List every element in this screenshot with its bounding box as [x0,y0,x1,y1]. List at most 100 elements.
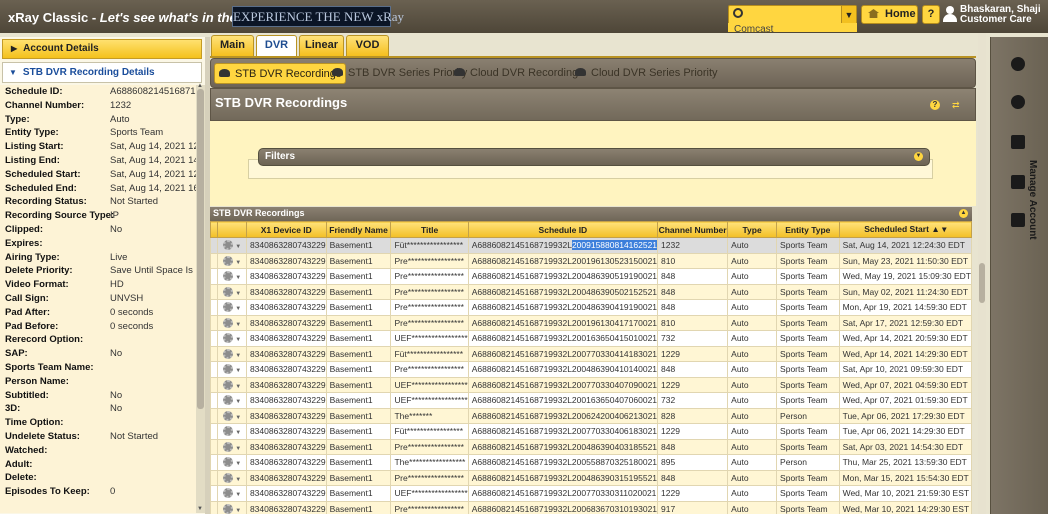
col-header-channel-number[interactable]: Channel Number [657,221,729,238]
chevron-down-icon[interactable]: ▼ [235,430,241,436]
chevron-down-icon[interactable]: ▼ [235,415,241,421]
table-row[interactable]: ▼ 8340863280743229 Basement1 Pre***********… [210,438,972,455]
row-actions[interactable]: ▼ [217,392,247,409]
chevron-down-icon[interactable]: ▼ [235,337,241,343]
chevron-down-icon[interactable]: ▼ [235,477,241,483]
row-actions[interactable]: ▼ [217,314,247,331]
gear-icon[interactable] [223,364,234,375]
gear-icon[interactable] [223,410,234,421]
tab-vod[interactable]: VOD [346,35,389,56]
table-row[interactable]: ▼ 8340863280743229 Basement1 Füt***********… [210,345,972,362]
table-row[interactable]: ▼ 8340863280743229 Basement1 UEF***********… [210,330,972,347]
chevron-down-icon[interactable]: ▼ [235,322,241,328]
row-actions[interactable]: ▼ [217,330,247,347]
gear-icon[interactable] [223,255,234,266]
home-button[interactable]: Home [861,5,918,24]
row-actions[interactable]: ▼ [217,237,247,254]
table-row[interactable]: ▼ 8340863280743229 Basement1 UEF***********… [210,392,972,409]
chevron-down-icon[interactable]: ▼ [235,492,241,498]
gear-icon[interactable] [223,503,234,514]
row-actions[interactable]: ▼ [217,299,247,316]
account-circle-icon[interactable] [1011,57,1025,71]
pin-icon[interactable]: ⇄ [952,100,962,110]
tab-linear[interactable]: Linear [299,35,344,56]
table-row[interactable]: ▼ 8340863280743229 Basement1 Pre***********… [210,268,972,285]
gear-icon[interactable] [223,317,234,328]
table-row[interactable]: ▼ 8340863280743229 Basement1 Pre***********… [210,314,972,331]
table-row[interactable]: ▼ 8340863280743229 Basement1 Pre***********… [210,469,972,486]
table-row[interactable]: ▼ 8340863280743229 Basement1 Pre***********… [210,283,972,300]
main-scrollbar[interactable] [978,33,986,514]
row-actions[interactable]: ▼ [217,361,247,378]
chevron-down-icon[interactable]: ▼ [235,368,241,374]
gear-icon[interactable] [223,333,234,344]
subtab-cloud-dvr-recordings[interactable]: Cloud DVR Recordings [454,63,584,84]
row-actions[interactable]: ▼ [217,438,247,455]
left-scrollbar[interactable]: ▲ ▼ [196,83,205,513]
chevron-down-icon[interactable]: ▼ [235,306,241,312]
chevron-down-icon[interactable]: ▼ [235,353,241,359]
table-row[interactable]: ▼ 8340863280743229 Basement1 The***********… [210,454,972,471]
chevron-down-icon[interactable]: ▼ [235,446,241,452]
chevron-down-icon[interactable]: ▼ [235,399,241,405]
chevron-down-icon[interactable]: ▼ [235,461,241,467]
chevron-down-icon[interactable]: ▼ [235,508,241,514]
gear-icon[interactable] [223,395,234,406]
account-details-header[interactable]: ▶ Account Details [2,39,202,59]
collapse-grid-icon[interactable]: ▲ [959,209,968,218]
row-actions[interactable]: ▼ [217,500,247,514]
col-header-scheduled-start[interactable]: Scheduled Start ▲ ▾ [838,221,972,238]
row-actions[interactable]: ▼ [217,469,247,486]
row-actions[interactable]: ▼ [217,454,247,471]
gear-icon[interactable] [223,271,234,282]
gear-icon[interactable] [223,379,234,390]
gear-icon[interactable] [223,457,234,468]
chevron-down-icon[interactable]: ▼ [235,260,241,266]
chevron-down-icon[interactable]: ▼ [235,291,241,297]
subtab-stb-dvr-series-priority[interactable]: STB DVR Series Priority [332,63,467,84]
chevron-down-icon[interactable]: ▼ [235,384,241,390]
tab-main[interactable]: Main [211,35,254,56]
table-row[interactable]: ▼ 8340863280743229 Basement1 Füt***********… [210,237,972,254]
table-row[interactable]: ▼ 8340863280743229 Basement1 Füt***********… [210,423,972,440]
no-entry-icon[interactable] [1011,95,1025,109]
filters-toggle[interactable]: Filters ▼ [258,148,930,166]
tab-dvr[interactable]: DVR [256,35,297,57]
table-row[interactable]: ▼ 8340863280743229 Basement1 Pre***********… [210,252,972,269]
subtab-cloud-dvr-series-priority[interactable]: Cloud DVR Series Priority [575,63,718,84]
table-row[interactable]: ▼ 8340863280743229 Basement1 The******* A688… [210,407,972,424]
col-header-entity-type[interactable]: Entity Type [776,221,840,238]
collapse-icon[interactable]: ▼ [914,152,923,161]
gear-icon[interactable] [223,302,234,313]
gear-icon[interactable] [223,441,234,452]
monitor-icon[interactable] [1011,135,1025,149]
gear-icon[interactable] [223,348,234,359]
new-xray-banner-button[interactable]: EXPERIENCE THE NEW xRay [232,6,404,27]
house-icon[interactable] [1011,213,1025,227]
manage-account-label[interactable]: Manage Account [1024,160,1038,240]
row-actions[interactable]: ▼ [217,345,247,362]
table-row[interactable]: ▼ 8340863280743229 Basement1 Pre***********… [210,299,972,316]
table-row[interactable]: ▼ 8340863280743229 Basement1 Pre***********… [210,500,972,514]
gear-icon[interactable] [223,240,234,251]
col-header-schedule-id[interactable]: Schedule ID [467,221,659,238]
col-header-title[interactable]: Title [390,221,469,238]
gear-icon[interactable] [223,488,234,499]
table-row[interactable]: ▼ 8340863280743229 Basement1 UEF***********… [210,485,972,502]
search-dropdown-button[interactable]: ▼ [841,6,856,24]
row-actions[interactable]: ▼ [217,252,247,269]
panel-help-button[interactable]: ? [930,100,940,110]
gear-icon[interactable] [223,472,234,483]
exit-icon[interactable] [1011,175,1025,189]
row-actions[interactable]: ▼ [217,268,247,285]
gear-icon[interactable] [223,426,234,437]
account-search[interactable]: ▼ [728,5,857,25]
table-row[interactable]: ▼ 8340863280743229 Basement1 Pre***********… [210,361,972,378]
subtab-stb-dvr-recordings[interactable]: STB DVR Recordings [214,63,347,84]
gear-icon[interactable] [223,286,234,297]
row-actions[interactable]: ▼ [217,376,247,393]
help-button[interactable]: ? [922,5,940,24]
col-header-type[interactable]: Type [727,221,778,238]
row-actions[interactable]: ▼ [217,485,247,502]
row-actions[interactable]: ▼ [217,283,247,300]
